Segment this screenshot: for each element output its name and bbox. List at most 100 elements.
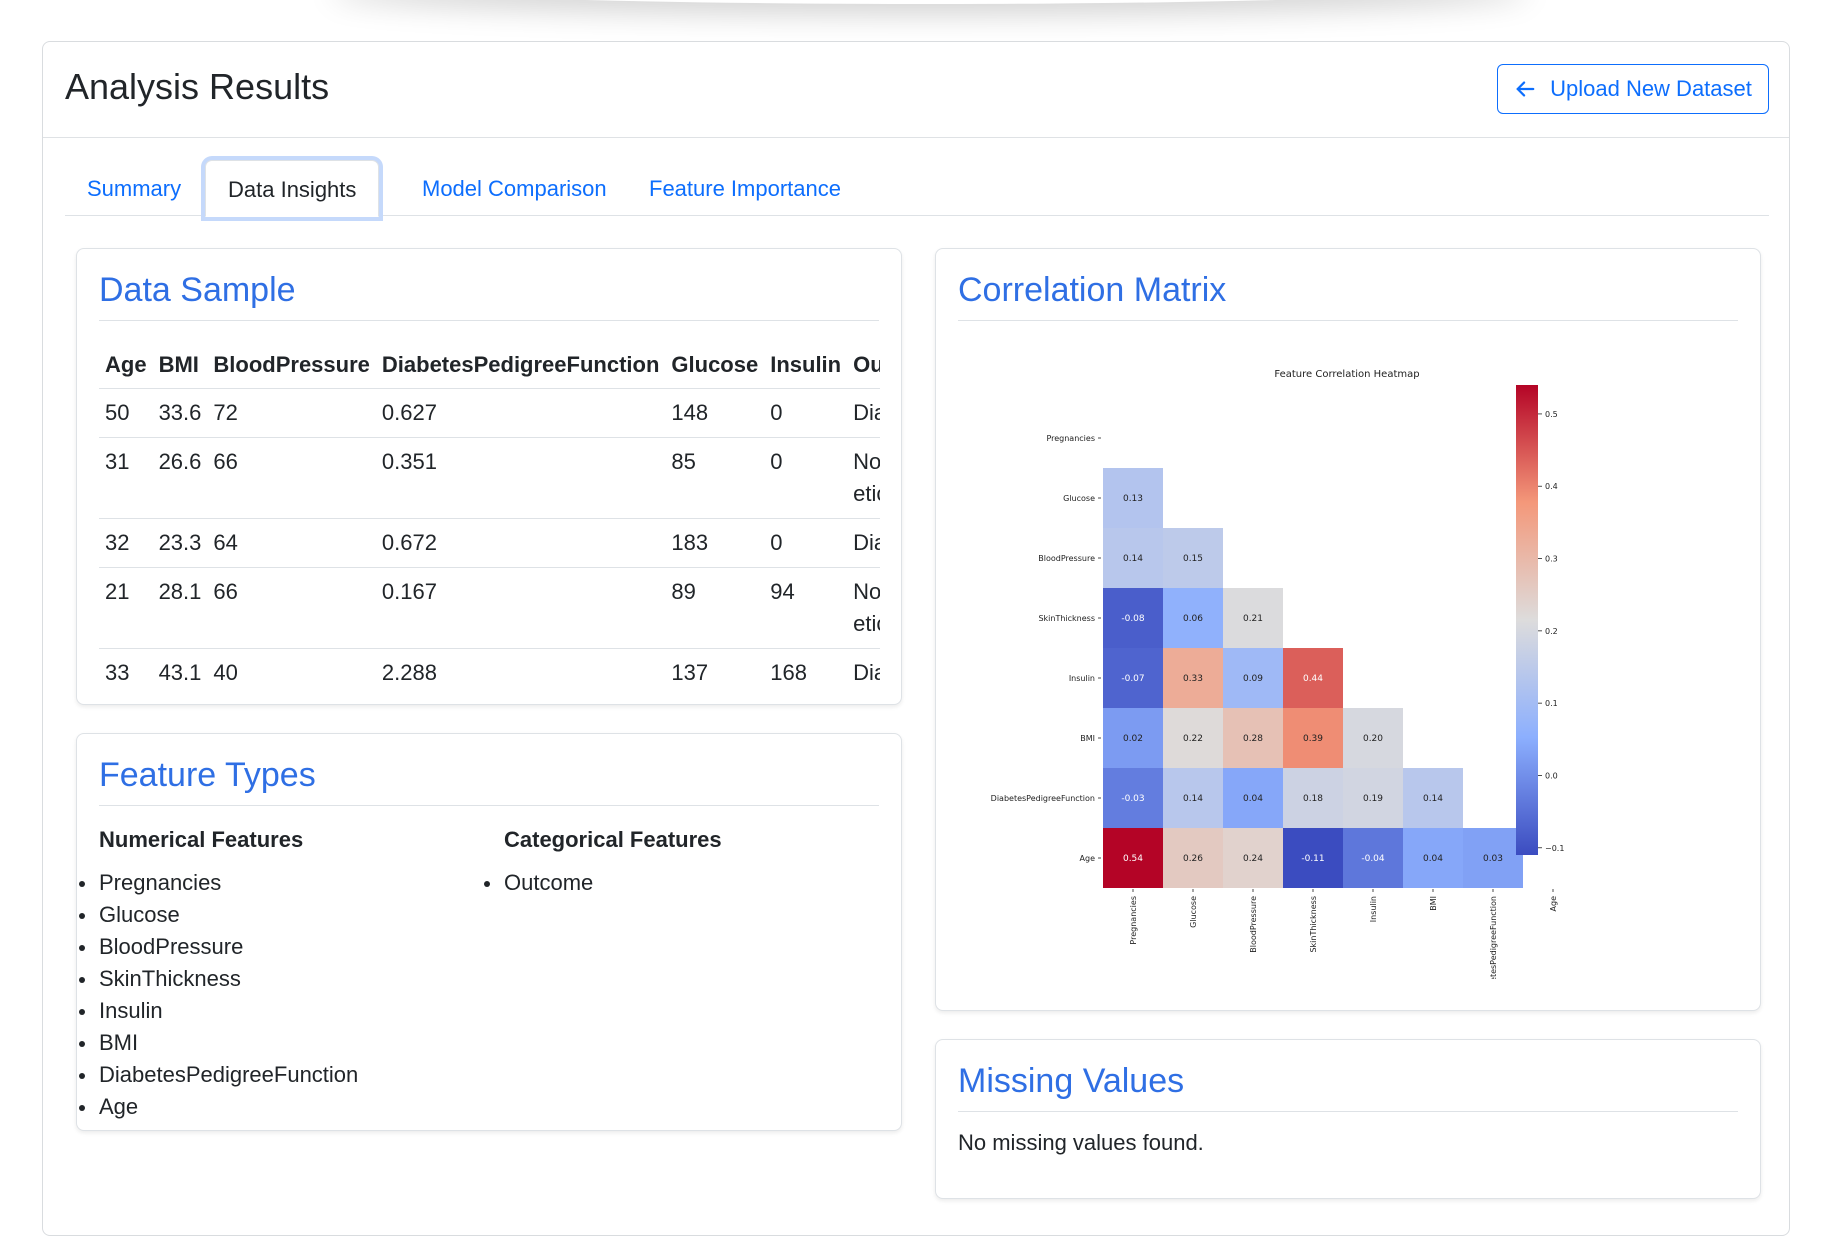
list-item: DiabetesPedigreeFunction — [78, 1059, 358, 1091]
heatmap-x-tick-label: Pregnancies — [1129, 896, 1138, 945]
feature-types-title: Feature Types — [99, 756, 879, 806]
heatmap-cell-label: 0.14 — [1183, 794, 1203, 804]
table-cell: 0.672 — [375, 518, 666, 568]
heatmap-y-tick-label: SkinThickness — [1038, 614, 1095, 623]
table-cell: 33.6 — [152, 388, 208, 438]
heatmap-cell-label: 0.54 — [1123, 854, 1143, 864]
table-header-row: Age BMI BloodPressure DiabetesPedigreeFu… — [99, 334, 880, 389]
categorical-features-column: Categorical Features Outcome — [484, 827, 722, 899]
column-header-insulin: Insulin — [764, 334, 848, 389]
page-title: Analysis Results — [65, 66, 330, 107]
table-cell: Non Diabetic — [847, 437, 880, 519]
colorbar-tick-label: 0.2 — [1545, 627, 1558, 636]
table-cell: Diabetic — [847, 518, 880, 568]
table-cell: 21 — [99, 567, 153, 649]
heatmap-cell-label: 0.26 — [1183, 854, 1203, 864]
table-cell: 94 — [764, 567, 848, 649]
heatmap-cell-label: 0.06 — [1183, 614, 1203, 624]
table-cell: 72 — [207, 388, 376, 438]
heatmap-cell-label: -0.07 — [1121, 674, 1144, 684]
table-cell: 2.288 — [375, 648, 666, 684]
missing-values-message: No missing values found. — [958, 1130, 1204, 1155]
heatmap-cell-label: 0.21 — [1243, 614, 1263, 624]
table-cell: 148 — [665, 388, 765, 438]
heatmap-y-tick-label: BMI — [1080, 734, 1095, 743]
heatmap-x-tick-label: Age — [1549, 896, 1558, 912]
table-cell: 64 — [207, 518, 376, 568]
data-sample-table: Age BMI BloodPressure DiabetesPedigreeFu… — [99, 334, 880, 684]
heatmap-y-tick-label: Age — [1080, 854, 1096, 863]
heatmap-cell-label: 0.18 — [1303, 794, 1323, 804]
table-cell: 0 — [764, 437, 848, 519]
arrow-left-icon — [1516, 81, 1535, 97]
colorbar-tick-label: 0.0 — [1545, 771, 1558, 780]
correlation-matrix-title: Correlation Matrix — [958, 271, 1738, 321]
table-row: 50 33.6 72 0.627 148 0 Diabetic — [99, 388, 880, 438]
table-row: 33 43.1 40 2.288 137 168 Diabetic — [99, 648, 880, 684]
heatmap-cell-label: 0.15 — [1183, 554, 1203, 564]
table-cell: 23.3 — [152, 518, 208, 568]
heatmap-cell-label: -0.03 — [1121, 794, 1144, 804]
upload-new-dataset-button[interactable]: Upload New Dataset — [1497, 64, 1769, 114]
column-header-age: Age — [99, 334, 153, 389]
heatmap-x-tick-label: BloodPressure — [1249, 896, 1258, 953]
colorbar-tick-label: 0.3 — [1545, 555, 1558, 564]
list-item: Glucose — [78, 899, 358, 931]
colorbar-tick-label: −0.1 — [1545, 844, 1564, 853]
heatmap-cell-label: 0.20 — [1363, 734, 1383, 744]
heatmap-cell-label: 0.09 — [1243, 674, 1263, 684]
heatmap-y-labels: Pregnancies Glucose BloodPressure SkinThick… — [991, 434, 1101, 863]
table-cell: 66 — [207, 437, 376, 519]
heatmap-cell-label: 0.13 — [1123, 494, 1143, 504]
table-row: 32 23.3 64 0.672 183 0 Diabetic — [99, 518, 880, 568]
heatmap-x-tick-label: BMI — [1429, 896, 1438, 911]
colorbar-ticks: 0.5 0.4 0.3 0.2 0.1 0.0 −0.1 — [1538, 410, 1564, 853]
table-cell: 0.167 — [375, 567, 666, 649]
list-item: SkinThickness — [78, 963, 358, 995]
heatmap-cell-label: 0.14 — [1123, 554, 1143, 564]
data-sample-table-wrapper[interactable]: Age BMI BloodPressure DiabetesPedigreeFu… — [99, 334, 880, 684]
colorbar-tick-label: 0.1 — [1545, 699, 1558, 708]
heatmap-cell-label: 0.22 — [1183, 734, 1203, 744]
list-item: Age — [78, 1091, 358, 1123]
tab-feature-importance[interactable]: Feature Importance — [627, 160, 863, 217]
tab-data-insights[interactable]: Data Insights — [205, 160, 380, 217]
table-cell: Non Diabetic — [847, 567, 880, 649]
list-item: Outcome — [484, 867, 722, 899]
heatmap-x-tick-label: Insulin — [1369, 896, 1378, 922]
heatmap-y-tick-label: DiabetesPedigreeFunction — [991, 794, 1095, 803]
heatmap-title: Feature Correlation Heatmap — [1274, 369, 1419, 380]
heatmap-cell-label: 0.04 — [1423, 854, 1443, 864]
results-card: Analysis Results Upload New Dataset Summ… — [42, 41, 1790, 1236]
heatmap-cell-label: 0.02 — [1123, 734, 1143, 744]
table-cell: Diabetic — [847, 388, 880, 438]
heatmap-cells: 0.13 0.14 0.15 -0.08 0.06 0.21 -0.07 0.33 0.09 0.… — [1103, 468, 1523, 888]
table-cell: 183 — [665, 518, 765, 568]
tab-bar: Summary Data Insights Model Comparison F… — [65, 152, 1769, 217]
top-shadow — [330, 0, 1530, 4]
heatmap-x-labels: Pregnancies Glucose BloodPressure SkinThick… — [1129, 889, 1558, 979]
table-cell: 85 — [665, 437, 765, 519]
heatmap-x-tick-label: Glucose — [1189, 896, 1198, 928]
categorical-features-list: Outcome — [484, 867, 722, 899]
data-sample-title: Data Sample — [99, 271, 879, 321]
heatmap-cell-label: 0.44 — [1303, 674, 1323, 684]
list-item: BloodPressure — [78, 931, 358, 963]
missing-values-panel: Missing Values No missing values found. — [935, 1039, 1761, 1199]
heatmap-y-tick-label: Pregnancies — [1046, 434, 1095, 443]
table-cell: 137 — [665, 648, 765, 684]
heatmap-cell-label: 0.14 — [1423, 794, 1443, 804]
table-cell: 32 — [99, 518, 153, 568]
column-header-diabetespedigreefunction: DiabetesPedigreeFunction — [375, 334, 666, 389]
tab-summary[interactable]: Summary — [65, 160, 203, 217]
tab-model-comparison[interactable]: Model Comparison — [400, 160, 629, 217]
heatmap-cell-label: 0.04 — [1243, 794, 1263, 804]
numerical-features-list: Pregnancies Glucose BloodPressure SkinTh… — [78, 867, 358, 1123]
table-cell: 168 — [764, 648, 848, 684]
heatmap-cell-label: 0.19 — [1363, 794, 1383, 804]
table-cell: 28.1 — [152, 567, 208, 649]
correlation-matrix-panel: Correlation Matrix Feature Correlation H… — [935, 248, 1761, 1011]
heatmap-cell-label: -0.04 — [1361, 854, 1385, 864]
heatmap-cell-label: -0.11 — [1301, 854, 1324, 864]
table-cell: 89 — [665, 567, 765, 649]
